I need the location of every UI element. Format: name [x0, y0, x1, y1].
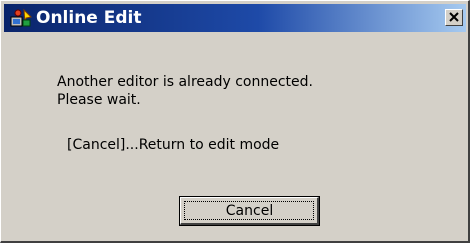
window-title: Online Edit: [36, 8, 142, 28]
close-button[interactable]: [445, 9, 463, 26]
title-bar[interactable]: Online Edit: [4, 4, 466, 32]
message-line-2: Please wait.: [57, 92, 141, 108]
online-edit-app-icon: [10, 8, 33, 28]
status-message: Another editor is already connected. Ple…: [57, 73, 313, 109]
cancel-hint-text: [Cancel]...Return to edit mode: [67, 137, 280, 153]
cancel-button[interactable]: Cancel: [179, 196, 320, 226]
close-icon: [449, 12, 459, 22]
cancel-button-label: Cancel: [225, 203, 274, 219]
online-edit-dialog: Online Edit Another editor is already co…: [0, 0, 470, 243]
message-line-1: Another editor is already connected.: [57, 74, 313, 90]
